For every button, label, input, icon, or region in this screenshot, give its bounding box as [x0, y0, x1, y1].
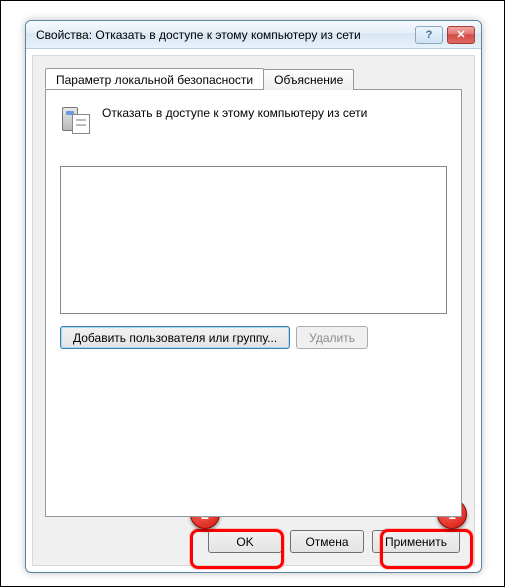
tab-panel-local-security: Отказать в доступе к этому компьютеру из… — [45, 89, 462, 517]
ok-button[interactable]: OK — [208, 530, 282, 553]
delete-button: Удалить — [296, 326, 368, 349]
add-user-group-button[interactable]: Добавить пользователя или группу... — [60, 326, 290, 349]
policy-icon — [60, 104, 92, 136]
help-button[interactable]: ? — [415, 26, 443, 44]
apply-button[interactable]: Применить — [372, 530, 460, 553]
policy-heading: Отказать в доступе к этому компьютеру из… — [102, 104, 367, 120]
cancel-button[interactable]: Отмена — [290, 530, 364, 553]
client-area: Параметр локальной безопасности Объяснен… — [32, 55, 475, 566]
titlebar[interactable]: Свойства: Отказать в доступе к этому ком… — [26, 21, 481, 49]
close-button[interactable]: ✕ — [447, 26, 475, 44]
tab-local-security[interactable]: Параметр локальной безопасности — [45, 68, 264, 89]
tab-explanation[interactable]: Объяснение — [263, 69, 354, 90]
window-title: Свойства: Отказать в доступе к этому ком… — [36, 28, 415, 42]
users-groups-listbox[interactable] — [60, 166, 447, 314]
close-icon: ✕ — [456, 28, 465, 41]
properties-dialog: Свойства: Отказать в доступе к этому ком… — [25, 20, 482, 573]
help-icon: ? — [426, 29, 433, 41]
